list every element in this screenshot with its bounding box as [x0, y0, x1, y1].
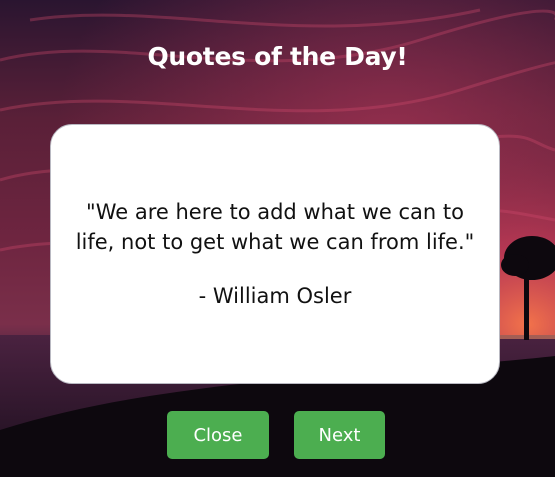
quote-author: - William Osler: [198, 284, 352, 308]
quote-text: "We are here to add what we can to life,…: [75, 200, 475, 254]
quote-card: "We are here to add what we can to life,…: [50, 124, 500, 384]
page-title: Quotes of the Day!: [147, 42, 408, 71]
close-button[interactable]: Close: [167, 411, 269, 459]
next-button[interactable]: Next: [294, 411, 385, 459]
